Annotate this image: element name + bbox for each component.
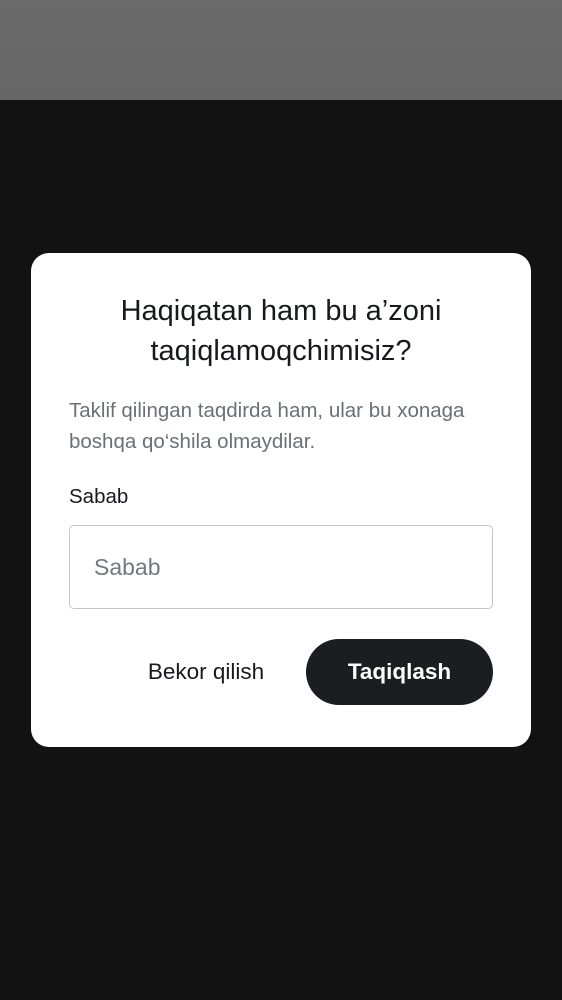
reason-input[interactable] — [69, 525, 493, 609]
dialog-description: Taklif qilingan taqdirda ham, ular bu xo… — [69, 399, 465, 453]
ban-member-dialog: Haqiqatan ham bu a’zoni taqiqlamoqchimis… — [31, 253, 531, 747]
ban-button[interactable]: Taqiqlash — [306, 639, 493, 705]
dialog-title: Haqiqatan ham bu a’zoni taqiqlamoqchimis… — [120, 295, 442, 367]
cancel-button[interactable]: Bekor qilish — [129, 639, 283, 705]
dimmed-status-bar — [0, 0, 562, 100]
reason-label: Sabab — [69, 485, 129, 508]
